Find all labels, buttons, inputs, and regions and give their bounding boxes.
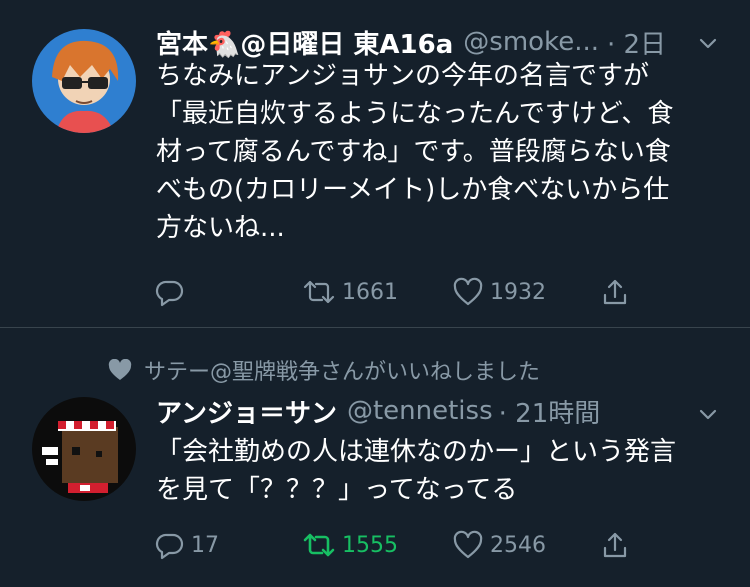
chevron-down-icon[interactable] [697,403,719,425]
display-name[interactable]: 宮本🐔@日曜日 東A16a [156,24,453,61]
retweet-button[interactable]: 1555 [302,525,398,565]
reply-icon [155,280,184,307]
retweet-count: 1555 [342,532,398,558]
avatar[interactable] [32,397,136,501]
handle[interactable]: @tennetiss [347,396,493,426]
retweet-icon [303,533,335,557]
tweet-header: アンジョ＝サン @tennetiss · 21時間 [156,393,600,429]
like-button[interactable]: 1932 [452,272,546,312]
tweet-header: 宮本🐔@日曜日 東A16a @smoke... · 2日 [156,24,666,60]
tweet-text-line: 方ないね... [156,213,285,243]
tweet-text-line: べもの(カロリーメイト)しか食べないから仕 [156,175,670,205]
tweet-actions: 17 1555 2546 [0,525,750,565]
heart-icon [108,359,132,380]
retweet-button[interactable]: 1661 [302,272,398,312]
retweet-count: 1661 [342,279,398,305]
tweet-text-line: を見て「？？？」ってなってる [156,475,518,505]
tweet-text-line: 「会社勤めの人は連休なのかー」という発言 [156,437,677,467]
like-icon [453,530,483,559]
like-count: 2546 [490,532,546,558]
social-context[interactable]: サテー@聖牌戦争さんがいいねしました [108,354,540,386]
reply-button[interactable] [155,272,191,312]
like-icon [453,277,483,306]
tweet-text-line: ちなみにアンジョサンの今年の名言ですが [156,61,649,91]
reply-count: 17 [191,532,219,558]
share-icon [603,532,627,558]
like-count: 1932 [490,279,546,305]
tweet-text-line: 材って腐るんですね」です。普段腐らない食 [156,137,671,167]
like-button[interactable]: 2546 [452,525,546,565]
tweet-text: ちなみにアンジョサンの今年の名言ですが 「最近自炊するようになったんですけど、食… [156,57,673,247]
share-icon [603,279,627,305]
social-context-text: サテー@聖牌戦争さんがいいねしました [144,360,541,385]
reply-button[interactable]: 17 [155,525,219,565]
avatar[interactable] [32,29,136,133]
share-button[interactable] [600,525,630,565]
retweet-icon [303,280,335,304]
timestamp[interactable]: · 21時間 [499,393,601,430]
display-name[interactable]: アンジョ＝サン [156,393,337,430]
tweet-text: 「会社勤めの人は連休なのかー」という発言 を見て「？？？」ってなってる [156,433,676,509]
share-button[interactable] [600,272,630,312]
chevron-down-icon[interactable] [697,32,719,54]
reply-icon [155,533,184,560]
handle[interactable]: @smoke... [463,27,599,57]
tweet-text-line: 「最近自炊するようになったんですけど、食 [156,99,674,129]
divider [0,327,750,328]
tweet-actions: 1661 1932 [0,272,750,312]
timestamp[interactable]: · 2日 [607,24,666,61]
